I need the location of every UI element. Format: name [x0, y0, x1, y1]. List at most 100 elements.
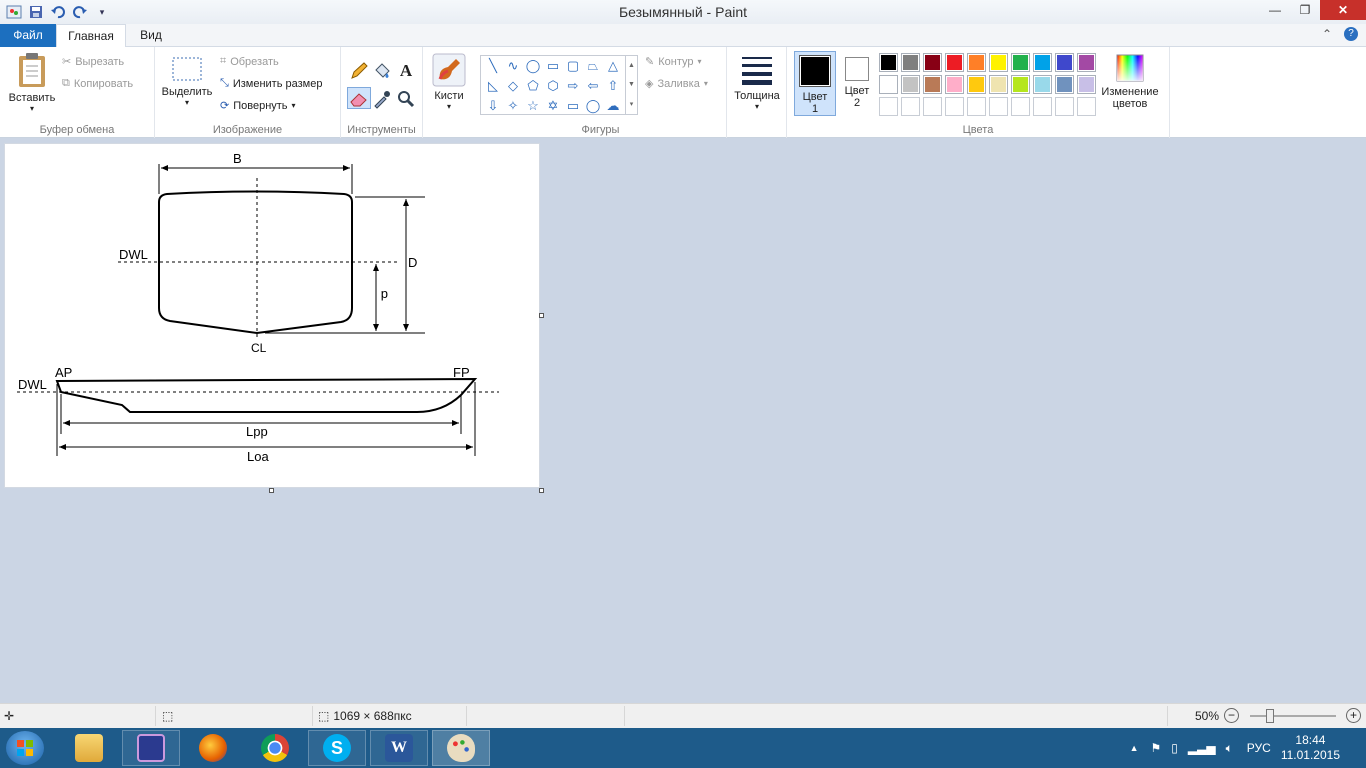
pentagon-shape-icon[interactable]: ⬠	[527, 78, 538, 94]
cloud-callout-shape-icon[interactable]: ☁	[607, 98, 620, 114]
palette-swatch[interactable]	[1077, 53, 1096, 72]
magnifier-icon[interactable]	[396, 89, 416, 109]
down-arrow-shape-icon[interactable]: ⇩	[488, 98, 499, 114]
palette-swatch[interactable]	[901, 97, 920, 116]
palette-swatch[interactable]	[901, 53, 920, 72]
five-point-star-shape-icon[interactable]: ☆	[527, 98, 539, 114]
palette-swatch[interactable]	[1011, 97, 1030, 116]
customize-qat-icon[interactable]: ▾	[94, 4, 110, 20]
palette-swatch[interactable]	[967, 97, 986, 116]
resize-handle-right[interactable]	[539, 313, 544, 318]
size-button[interactable]: Толщина ▾	[733, 53, 781, 111]
oval-shape-icon[interactable]: ◯	[526, 58, 541, 74]
maximize-icon[interactable]: ❐	[1290, 0, 1320, 20]
shapes-scroll[interactable]: ▲ ▼ ▾	[626, 55, 638, 115]
palette-swatch[interactable]	[901, 75, 920, 94]
palette-swatch[interactable]	[1011, 53, 1030, 72]
select-button[interactable]: Выделить ▾	[159, 53, 215, 107]
four-point-star-shape-icon[interactable]: ✧	[508, 98, 519, 114]
curve-shape-icon[interactable]: ∿	[508, 58, 519, 74]
scroll-down-icon[interactable]: ▼	[628, 81, 635, 88]
language-indicator[interactable]: РУС	[1247, 741, 1271, 755]
rounded-rectangle-shape-icon[interactable]: ▢	[567, 58, 579, 74]
palette-swatch[interactable]	[879, 97, 898, 116]
diamond-shape-icon[interactable]: ◇	[508, 78, 518, 94]
save-app-taskbar-button[interactable]	[122, 730, 180, 766]
crop-button[interactable]: ⌗ Обрезать	[220, 55, 279, 68]
edit-colors-button[interactable]: Изменение цветов	[1097, 53, 1163, 110]
minimize-icon[interactable]: —	[1260, 0, 1290, 20]
palette-swatch[interactable]	[1033, 53, 1052, 72]
palette-swatch[interactable]	[967, 53, 986, 72]
word-taskbar-button[interactable]: W	[370, 730, 428, 766]
pencil-icon[interactable]	[349, 61, 369, 81]
firefox-taskbar-button[interactable]	[184, 730, 242, 766]
brushes-button[interactable]: Кисти ▾	[429, 53, 469, 111]
polygon-shape-icon[interactable]: ⏢	[588, 58, 598, 74]
palette-swatch[interactable]	[989, 75, 1008, 94]
paint-taskbar-button[interactable]	[432, 730, 490, 766]
network-icon[interactable]: ▂▃▅	[1188, 741, 1216, 755]
palette-swatch[interactable]	[1011, 75, 1030, 94]
palette-swatch[interactable]	[879, 75, 898, 94]
close-icon[interactable]: ✕	[1320, 0, 1366, 20]
zoom-slider-thumb[interactable]	[1266, 709, 1274, 723]
explorer-taskbar-button[interactable]	[60, 730, 118, 766]
palette-swatch[interactable]	[967, 75, 986, 94]
power-icon[interactable]: ▯	[1171, 741, 1178, 755]
save-icon[interactable]	[28, 4, 44, 20]
left-arrow-shape-icon[interactable]: ⇦	[588, 78, 599, 94]
triangle-shape-icon[interactable]: △	[608, 58, 618, 74]
palette-swatch[interactable]	[1077, 97, 1096, 116]
oval-callout-shape-icon[interactable]: ◯	[586, 98, 601, 114]
palette-swatch[interactable]	[945, 53, 964, 72]
resize-handle-bottom[interactable]	[269, 488, 274, 493]
action-center-icon[interactable]: ⚑	[1151, 741, 1162, 755]
palette-swatch[interactable]	[923, 75, 942, 94]
tab-home[interactable]: Главная	[56, 24, 126, 48]
canvas-area[interactable]: B D d DWL CL DWL AP FP Lpp Loa	[0, 138, 1366, 703]
paint-app-icon[interactable]	[6, 4, 22, 20]
tab-file[interactable]: Файл	[0, 24, 56, 47]
color1-button[interactable]: Цвет 1	[794, 51, 836, 116]
rectangle-shape-icon[interactable]: ▭	[547, 58, 559, 74]
zoom-slider[interactable]	[1250, 715, 1336, 717]
palette-swatch[interactable]	[1033, 75, 1052, 94]
eraser-icon[interactable]	[347, 87, 371, 109]
hexagon-shape-icon[interactable]: ⬡	[547, 78, 558, 94]
redo-icon[interactable]	[72, 4, 88, 20]
palette-swatch[interactable]	[1055, 97, 1074, 116]
palette-swatch[interactable]	[923, 53, 942, 72]
fill-bucket-icon[interactable]	[372, 61, 392, 81]
palette-swatch[interactable]	[923, 97, 942, 116]
expand-gallery-icon[interactable]: ▾	[630, 100, 634, 108]
palette-swatch[interactable]	[989, 53, 1008, 72]
up-arrow-shape-icon[interactable]: ⇧	[608, 78, 619, 94]
zoom-out-icon[interactable]: −	[1224, 708, 1239, 723]
text-tool-icon[interactable]: A	[396, 61, 416, 81]
palette-swatch[interactable]	[1055, 53, 1074, 72]
palette-swatch[interactable]	[879, 53, 898, 72]
right-arrow-shape-icon[interactable]: ⇨	[568, 78, 579, 94]
rotate-button[interactable]: ⟳ Повернуть ▾	[220, 99, 296, 113]
skype-taskbar-button[interactable]: S	[308, 730, 366, 766]
palette-swatch[interactable]	[945, 97, 964, 116]
volume-icon[interactable]: 🔈︎	[1226, 741, 1233, 756]
show-hidden-icons-icon[interactable]: ▲	[1130, 743, 1139, 753]
undo-icon[interactable]	[50, 4, 66, 20]
tab-view[interactable]: Вид	[126, 24, 176, 47]
resize-button[interactable]: ⤡ Изменить размер	[220, 77, 322, 90]
copy-button[interactable]: ⧉ Копировать	[62, 77, 133, 90]
palette-swatch[interactable]	[945, 75, 964, 94]
palette-swatch[interactable]	[1077, 75, 1096, 94]
start-button[interactable]	[6, 731, 44, 765]
color2-button[interactable]: Цвет 2	[839, 55, 875, 109]
zoom-in-icon[interactable]: +	[1346, 708, 1361, 723]
paste-button[interactable]: Вставить ▾	[6, 51, 58, 113]
resize-handle-corner[interactable]	[539, 488, 544, 493]
rect-callout-shape-icon[interactable]: ▭	[567, 98, 579, 114]
cut-button[interactable]: ✂ Вырезать	[62, 55, 124, 69]
six-point-star-shape-icon[interactable]: ✡	[548, 98, 559, 114]
drawing-canvas[interactable]: B D d DWL CL DWL AP FP Lpp Loa	[5, 144, 539, 487]
help-icon[interactable]: ?	[1344, 27, 1358, 41]
